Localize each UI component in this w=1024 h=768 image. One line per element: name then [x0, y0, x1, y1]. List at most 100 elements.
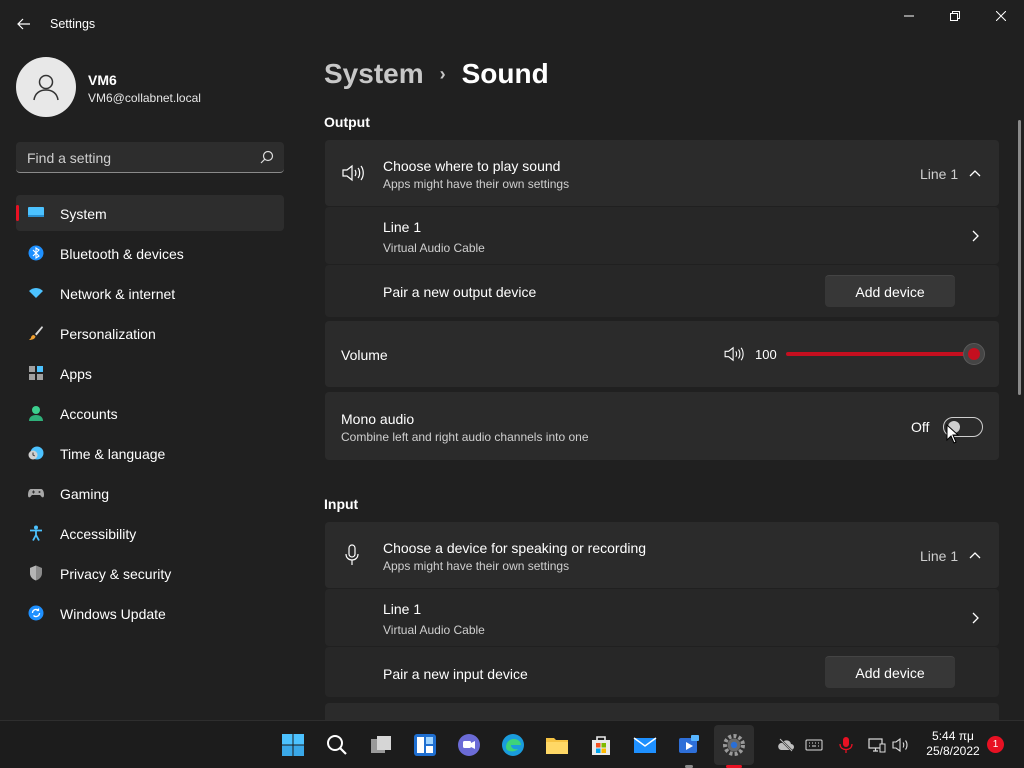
chevron-up-icon[interactable]	[969, 550, 981, 562]
update-icon	[28, 605, 44, 621]
file-explorer-icon[interactable]	[545, 733, 569, 757]
taskbar-clock[interactable]: 5:44 πμ 25/8/2022	[922, 729, 984, 759]
store-icon[interactable]	[589, 733, 613, 757]
shield-icon	[30, 565, 42, 581]
keyboard-icon[interactable]	[805, 736, 823, 754]
gamepad-icon	[28, 489, 44, 498]
output-device-selector[interactable]: Choose where to play sound Apps might ha…	[325, 140, 999, 206]
sidebar-item-network[interactable]: Network & internet	[16, 275, 284, 311]
close-button[interactable]	[978, 0, 1024, 32]
search-placeholder: Find a setting	[27, 150, 112, 166]
microphone-icon[interactable]	[837, 736, 855, 754]
sidebar-item-accounts[interactable]: Accounts	[16, 395, 284, 431]
output-device-line1[interactable]: Line 1 Virtual Audio Cable	[325, 207, 999, 264]
settings-icon[interactable]	[722, 733, 746, 757]
brush-icon	[29, 326, 43, 340]
input-device-title: Line 1	[383, 601, 422, 617]
minimize-icon	[904, 15, 914, 17]
sidebar-item-label: Accounts	[60, 406, 118, 422]
title-bar: Settings	[0, 0, 1024, 48]
media-player-icon[interactable]	[677, 733, 701, 757]
accounts-icon	[29, 406, 43, 421]
sidebar-item-accessibility[interactable]: Accessibility	[16, 515, 284, 551]
user-name: VM6	[88, 72, 117, 88]
close-icon	[996, 11, 1006, 21]
sidebar-item-system[interactable]: System	[16, 195, 284, 231]
sidebar-item-time-language[interactable]: Time & language	[16, 435, 284, 471]
output-section-title: Output	[324, 114, 370, 130]
microphone-icon	[345, 544, 359, 565]
speaker-icon[interactable]	[723, 346, 745, 362]
input-section-title: Input	[324, 496, 359, 512]
wifi-icon	[29, 288, 43, 298]
scrollbar[interactable]	[1018, 120, 1021, 395]
sidebar-nav: System Bluetooth & devices Network & int…	[16, 195, 284, 635]
breadcrumb-separator: ›	[439, 63, 446, 84]
volume-value: 100	[755, 347, 777, 362]
sidebar-item-apps[interactable]: Apps	[16, 355, 284, 391]
sidebar-item-label: Windows Update	[60, 606, 166, 622]
search-icon[interactable]	[325, 733, 349, 757]
input-device-subtitle: Virtual Audio Cable	[383, 623, 485, 637]
sidebar-item-privacy[interactable]: Privacy & security	[16, 555, 284, 591]
app-title: Settings	[50, 17, 96, 31]
network-icon[interactable]	[868, 736, 886, 754]
output-selected-device: Line 1	[920, 166, 959, 182]
input-device-selector[interactable]: Choose a device for speaking or recordin…	[325, 522, 999, 588]
sidebar-item-windows-update[interactable]: Windows Update	[16, 595, 284, 631]
system-icon	[28, 207, 44, 217]
search-input[interactable]: Find a setting	[16, 142, 284, 173]
apps-icon	[29, 366, 43, 380]
add-output-device-button[interactable]: Add device	[825, 275, 955, 307]
output-device-subtitle: Virtual Audio Cable	[383, 241, 485, 255]
chat-icon[interactable]	[457, 733, 481, 757]
breadcrumb-parent[interactable]: System	[324, 58, 424, 90]
volume-icon[interactable]	[892, 736, 910, 754]
volume-label: Volume	[341, 347, 388, 363]
chevron-up-icon[interactable]	[969, 168, 981, 180]
sidebar-item-gaming[interactable]: Gaming	[16, 475, 284, 511]
sidebar-item-bluetooth[interactable]: Bluetooth & devices	[16, 235, 284, 271]
input-device-line1[interactable]: Line 1 Virtual Audio Cable	[325, 589, 999, 646]
restore-icon	[950, 11, 960, 21]
chevron-right-icon	[972, 612, 979, 624]
input-volume-row-partial	[325, 703, 999, 720]
sidebar-item-personalization[interactable]: Personalization	[16, 315, 284, 351]
user-avatar-icon	[33, 74, 59, 101]
widgets-icon[interactable]	[413, 733, 437, 757]
notification-badge[interactable]: 1	[987, 736, 1004, 753]
sidebar-item-label: Network & internet	[60, 286, 176, 302]
clock-globe-icon	[28, 446, 44, 460]
search-icon	[260, 150, 274, 164]
mail-icon[interactable]	[633, 733, 657, 757]
sidebar-item-label: Time & language	[60, 446, 166, 462]
sidebar-item-label: Gaming	[60, 486, 110, 502]
input-selected-device: Line 1	[920, 548, 959, 564]
edge-icon[interactable]	[501, 733, 525, 757]
add-input-device-button[interactable]: Add device	[825, 656, 955, 688]
back-button[interactable]	[10, 12, 38, 36]
restore-button[interactable]	[932, 0, 978, 32]
user-email: VM6@collabnet.local	[88, 91, 201, 105]
volume-slider-track[interactable]	[786, 352, 974, 356]
onedrive-icon[interactable]	[777, 736, 795, 754]
sidebar-item-label: System	[60, 206, 107, 222]
avatar[interactable]	[16, 57, 76, 117]
pair-output-title: Pair a new output device	[383, 284, 537, 300]
pair-input-title: Pair a new input device	[383, 666, 528, 682]
volume-slider-thumb-dot	[968, 348, 980, 360]
back-arrow-icon	[17, 18, 30, 30]
clock-time: 5:44 πμ	[932, 729, 974, 743]
sidebar-item-label: Bluetooth & devices	[60, 246, 184, 262]
sidebar-item-label: Apps	[60, 366, 92, 382]
mono-audio-title: Mono audio	[341, 411, 415, 427]
sidebar-item-label: Privacy & security	[60, 566, 172, 582]
input-choose-title: Choose a device for speaking or recordin…	[383, 540, 647, 556]
bluetooth-icon	[28, 245, 44, 261]
clock-date: 25/8/2022	[926, 744, 980, 758]
taskbar: 5:44 πμ 25/8/2022	[0, 720, 1024, 768]
minimize-button[interactable]	[886, 0, 932, 32]
volume-slider-thumb[interactable]	[963, 343, 985, 365]
task-view-icon[interactable]	[369, 733, 393, 757]
start-icon[interactable]	[281, 733, 305, 757]
